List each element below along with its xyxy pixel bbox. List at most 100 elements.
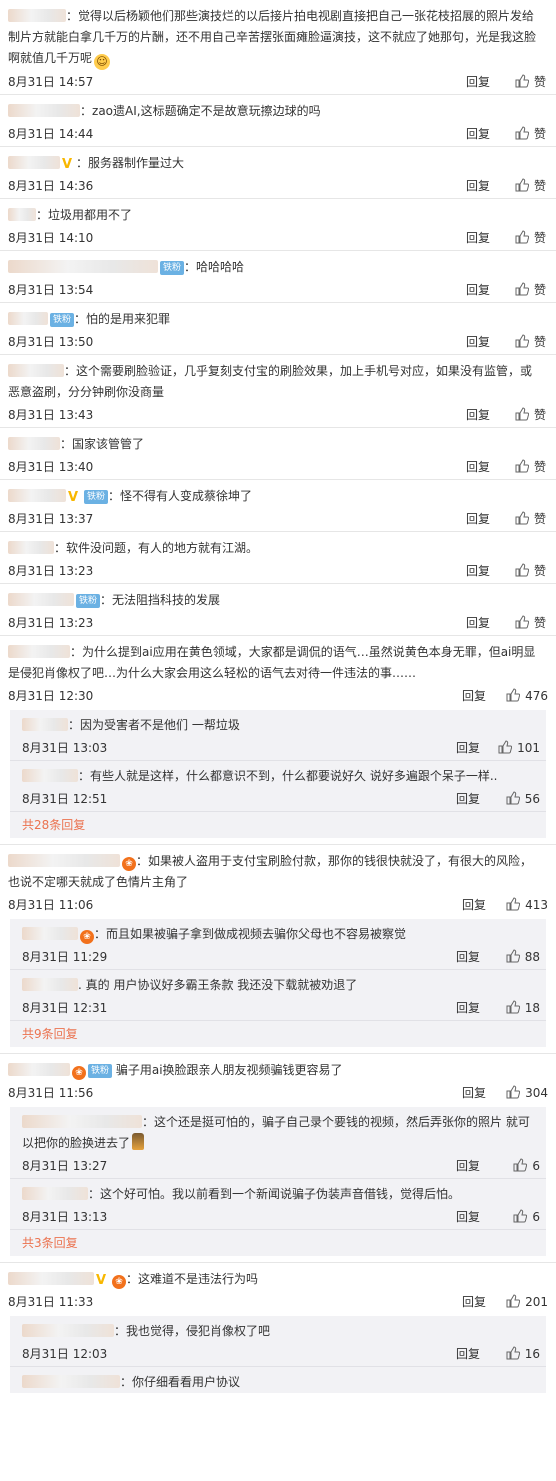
reply-button[interactable]: 回复 <box>462 684 486 708</box>
comment-body: V ❀ ：这难道不是违法行为吗 <box>0 1267 556 1290</box>
reply-button[interactable]: 回复 <box>466 507 490 531</box>
like-button[interactable]: 赞 <box>515 507 546 531</box>
username-blurred[interactable] <box>22 718 68 731</box>
thumbs-up-icon <box>515 459 529 473</box>
comment-item: ❀ ：如果被人盗用于支付宝刷脸付款，那你的钱很快就没了，有很大的风险，也说不定哪天… <box>0 845 556 1054</box>
username-blurred[interactable] <box>8 489 66 502</box>
username-blurred[interactable] <box>8 364 64 377</box>
reply-button[interactable]: 回复 <box>456 996 480 1020</box>
username-blurred[interactable] <box>22 1115 142 1128</box>
like-button[interactable]: 201 <box>506 1290 548 1314</box>
like-button[interactable]: 16 <box>506 1342 540 1366</box>
like-button[interactable]: 304 <box>506 1081 548 1105</box>
comment-item: ：zao遗AI,这标题确定不是故意玩擦边球的吗 8月31日 14:44 回复 赞 <box>0 95 556 147</box>
username-blurred[interactable] <box>8 312 48 325</box>
like-button[interactable]: 6 <box>513 1205 540 1229</box>
like-button[interactable]: 18 <box>506 996 540 1020</box>
more-replies-link[interactable]: 共3条回复 <box>10 1230 546 1256</box>
like-button[interactable]: 56 <box>506 787 540 811</box>
username-blurred[interactable] <box>22 1375 120 1388</box>
reply-button[interactable]: 回复 <box>466 330 490 354</box>
username-blurred[interactable] <box>8 645 70 658</box>
comment-item: ：国家该管管了 8月31日 13:40 回复 赞 <box>0 428 556 480</box>
username-blurred[interactable] <box>8 104 80 117</box>
comment-item: V ❀ ：这难道不是违法行为吗 8月31日 11:33 回复 201 ：我也觉得，侵… <box>0 1263 556 1393</box>
like-button[interactable]: 413 <box>506 893 548 917</box>
like-button[interactable]: 赞 <box>515 226 546 250</box>
reply-body: ❀ ：而且如果被骗子拿到做成视频去骗你父母也不容易被察觉 <box>10 922 546 945</box>
comment-item: 铁粉 ：怕的是用来犯罪 8月31日 13:50 回复 赞 <box>0 303 556 355</box>
like-button[interactable]: 赞 <box>515 455 546 479</box>
username-blurred[interactable] <box>22 1187 88 1200</box>
like-count: 16 <box>524 1347 540 1361</box>
username-blurred[interactable] <box>8 854 120 867</box>
like-button[interactable]: 赞 <box>515 70 546 94</box>
username-blurred[interactable] <box>8 437 60 450</box>
username-blurred[interactable] <box>8 208 36 221</box>
like-button[interactable]: 赞 <box>515 278 546 302</box>
like-button[interactable]: 赞 <box>515 403 546 427</box>
reply-button[interactable]: 回复 <box>466 226 490 250</box>
like-button[interactable]: 101 <box>498 736 540 760</box>
like-button[interactable]: 88 <box>506 945 540 969</box>
like-count: 56 <box>524 792 540 806</box>
like-button[interactable]: 赞 <box>515 174 546 198</box>
reply-button[interactable]: 回复 <box>456 945 480 969</box>
username-blurred[interactable] <box>8 541 54 554</box>
reply-text: 因为受害者不是他们 一帮垃圾 <box>80 718 240 732</box>
reply-button[interactable]: 回复 <box>466 611 490 635</box>
reply-button[interactable]: 回复 <box>466 70 490 94</box>
username-blurred[interactable] <box>8 1272 94 1285</box>
reply-button[interactable]: 回复 <box>466 403 490 427</box>
comment-meta: 8月31日 13:23 回复 赞 <box>0 611 556 635</box>
like-count: 赞 <box>533 231 546 245</box>
thumbs-up-icon <box>506 791 520 805</box>
comment-body: ：这个需要刷脸验证，几乎复刻支付宝的刷脸效果，加上手机号对应，如果没有监管，或恶… <box>8 364 533 399</box>
username-blurred[interactable] <box>8 9 66 22</box>
reply-button[interactable]: 回复 <box>462 1290 486 1314</box>
like-count: 201 <box>525 1295 548 1309</box>
reply-button[interactable]: 回复 <box>466 278 490 302</box>
comment-body: ❀ ：如果被人盗用于支付宝刷脸付款，那你的钱很快就没了，有很大的风险，也说不定哪天… <box>8 854 533 889</box>
reply-button[interactable]: 回复 <box>462 1081 486 1105</box>
reply-button[interactable]: 回复 <box>456 1342 480 1366</box>
thumbs-up-icon <box>515 511 529 525</box>
medal-badge-icon: ❀ <box>80 930 94 944</box>
username-blurred[interactable] <box>22 1324 114 1337</box>
like-button[interactable]: 赞 <box>515 122 546 146</box>
reply-button[interactable]: 回复 <box>456 1205 480 1229</box>
like-count: 赞 <box>533 616 546 630</box>
timestamp: 8月31日 14:44 <box>8 127 94 141</box>
reply-button[interactable]: 回复 <box>466 122 490 146</box>
reply-button[interactable]: 回复 <box>466 174 490 198</box>
reply-button[interactable]: 回复 <box>456 1154 480 1178</box>
reply-button[interactable]: 回复 <box>462 893 486 917</box>
reply-button[interactable]: 回复 <box>466 559 490 583</box>
like-button[interactable]: 赞 <box>515 559 546 583</box>
doge-emoji-icon <box>132 1133 145 1150</box>
username-blurred[interactable] <box>22 978 78 991</box>
like-count: 赞 <box>533 179 546 193</box>
like-button[interactable]: 6 <box>513 1154 540 1178</box>
username-blurred[interactable] <box>8 156 60 169</box>
medal-badge-icon: ❀ <box>122 857 136 871</box>
username-blurred[interactable] <box>8 260 158 273</box>
reply-text: 这个好可怕。我以前看到一个新闻说骗子伪装声音借钱，觉得后怕。 <box>100 1187 461 1201</box>
comment-body: ：软件没问题，有人的地方就有江湖。 <box>0 536 556 559</box>
username-blurred[interactable] <box>22 927 78 940</box>
like-button[interactable]: 赞 <box>515 330 546 354</box>
username-blurred[interactable] <box>8 1063 70 1076</box>
more-replies-link[interactable]: 共28条回复 <box>10 812 546 838</box>
reply-button[interactable]: 回复 <box>456 787 480 811</box>
username-blurred[interactable] <box>8 593 74 606</box>
more-replies-link[interactable]: 共9条回复 <box>10 1021 546 1047</box>
like-button[interactable]: 476 <box>506 684 548 708</box>
like-count: 赞 <box>533 564 546 578</box>
comment-meta: 8月31日 11:33 回复 201 <box>0 1290 556 1314</box>
reply-button[interactable]: 回复 <box>466 455 490 479</box>
like-button[interactable]: 赞 <box>515 611 546 635</box>
reply-button[interactable]: 回复 <box>456 736 480 760</box>
username-blurred[interactable] <box>22 769 78 782</box>
reply-text: 我也觉得，侵犯肖像权了吧 <box>126 1324 271 1338</box>
timestamp: 8月31日 13:50 <box>8 335 94 349</box>
